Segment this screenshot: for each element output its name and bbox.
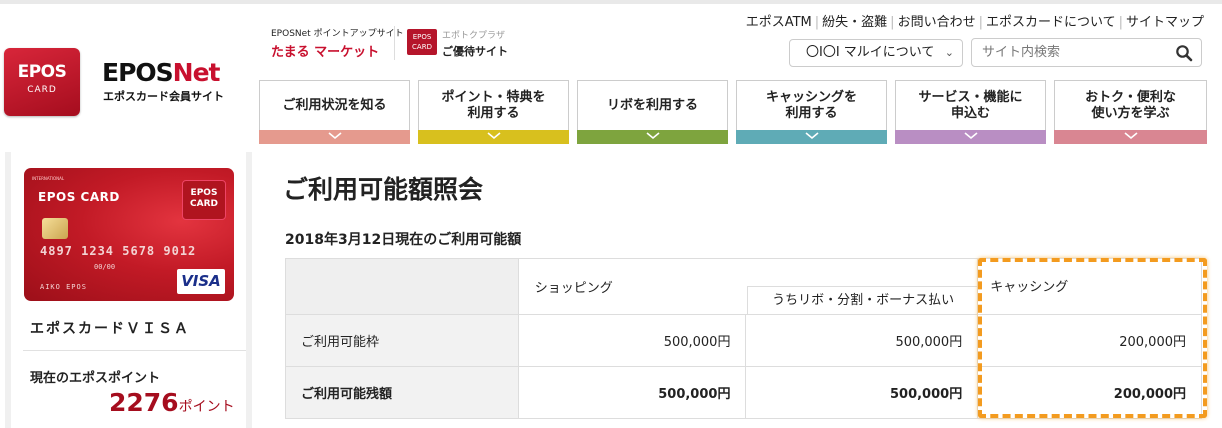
nav-points-benefits[interactable]: ポイント・特典を 利用する	[418, 80, 569, 144]
nav-label: サービス・機能に 申込む	[918, 90, 1023, 121]
nav-label: ご利用状況を知る	[282, 98, 387, 113]
logo-card-text: CARD	[27, 85, 57, 95]
revo-header-label: うちリボ・分割・ボーナス払い	[746, 286, 979, 314]
points-unit: ポイント	[178, 399, 235, 415]
promo2-icon-line1: EPOS	[412, 33, 432, 41]
site-search	[971, 38, 1202, 67]
nav-label: キャッシングを 利用する	[765, 90, 857, 121]
card-logo-line2: CARD	[190, 199, 218, 209]
nav-usage-status[interactable]: ご利用状況を知る	[259, 80, 410, 144]
link-separator: |	[890, 15, 895, 30]
table-row: ご利用可能残額 500,000円 500,000円 200,000円	[285, 366, 1202, 419]
card-brand-text: EPOS CARD	[38, 190, 120, 204]
brand-subtitle: エポスカード会員サイト	[103, 90, 224, 103]
link-separator: |	[978, 15, 983, 30]
table-row: ご利用可能枠 500,000円 500,000円 200,000円	[285, 314, 1202, 367]
chevron-down-icon	[486, 132, 501, 140]
link-separator: |	[1118, 15, 1123, 30]
tamaru-market-name: たまる マーケット	[271, 45, 380, 60]
nav-color-bar	[418, 130, 569, 144]
shopping-available-balance: 500,000円	[517, 366, 747, 419]
link-lost-stolen[interactable]: 紛失・盗難	[822, 15, 887, 30]
sidebar: INTERNATIONAL EPOS CARD EPOS CARD 4897 12…	[5, 152, 252, 428]
brand-net: Net	[172, 58, 221, 87]
row-label-available-balance: ご利用可能残額	[285, 366, 519, 419]
logo-epos-text: EPOS	[17, 62, 67, 82]
search-icon[interactable]	[1175, 44, 1193, 62]
points-value: 2276	[109, 388, 179, 417]
link-sitemap[interactable]: サイトマップ	[1126, 15, 1204, 30]
nav-label: リボを利用する	[606, 98, 698, 113]
chevron-down-icon	[327, 132, 342, 140]
nav-label: ポイント・特典を 利用する	[441, 90, 546, 121]
chevron-down-icon	[804, 132, 819, 140]
section-subtitle: 2018年3月12日現在のご利用可能額	[285, 232, 522, 248]
cashing-available-balance: 200,000円	[977, 366, 1202, 419]
points-label: 現在のエポスポイント	[30, 371, 161, 386]
shopping-header: ショッピング うちリボ・分割・ボーナス払い	[517, 258, 979, 315]
link-separator: |	[814, 15, 820, 30]
tamaru-market-link[interactable]: EPOSNet ポイントアップサイト たまる マーケット	[271, 26, 404, 60]
nav-cashing[interactable]: キャッシングを 利用する	[736, 80, 887, 144]
brand-epos: EPOS	[102, 58, 174, 87]
marui-dropdown[interactable]: 〇I〇I マルイについて ⌄	[789, 39, 963, 67]
chevron-down-icon	[963, 132, 978, 140]
card-epos-logo: EPOS CARD	[182, 180, 226, 220]
points-display: 2276ポイント	[109, 388, 235, 417]
nav-color-bar	[1054, 130, 1207, 144]
cashing-credit-line: 200,000円	[977, 314, 1202, 367]
visa-logo-icon: VISA	[177, 269, 225, 294]
card-international-text: INTERNATIONAL	[32, 176, 65, 181]
card-chip-icon	[42, 218, 68, 239]
revo-available-balance: 500,000円	[745, 366, 979, 419]
available-limit-table: ショッピング うちリボ・分割・ボーナス払い キャッシング ご利用可能枠 500,…	[285, 258, 1202, 419]
link-epos-atm[interactable]: エポスATM	[746, 15, 812, 30]
card-name: エポスカードＶＩＳＡ	[30, 321, 190, 337]
nav-color-bar	[577, 130, 728, 144]
epotoku-plaza-link[interactable]: エポトクプラザ ご優待サイト	[442, 28, 508, 59]
epos-card-mini-icon[interactable]: EPOS CARD	[407, 29, 437, 55]
epotoku-plaza-caption: エポトクプラザ	[442, 31, 506, 41]
card-holder: AIKO EPOS	[40, 283, 87, 291]
marui-dropdown-label: 〇I〇I マルイについて	[806, 45, 935, 60]
credit-card-image: INTERNATIONAL EPOS CARD EPOS CARD 4897 12…	[24, 168, 234, 301]
promo-divider	[394, 26, 395, 60]
nav-revolving[interactable]: リボを利用する	[577, 80, 728, 144]
page-title: ご利用可能額照会	[283, 175, 484, 204]
nav-services-apply[interactable]: サービス・機能に 申込む	[895, 80, 1046, 144]
card-expiry: 00/00	[94, 263, 116, 271]
chevron-down-icon: ⌄	[944, 46, 954, 59]
chevron-down-icon	[645, 132, 660, 140]
sidebar-card-panel: INTERNATIONAL EPOS CARD EPOS CARD 4897 12…	[11, 152, 246, 428]
main-navigation: ご利用状況を知る ポイント・特典を 利用する リボを利用する キャッシングを 利…	[259, 80, 1207, 144]
promo2-icon-line2: CARD	[412, 43, 432, 51]
link-contact[interactable]: お問い合わせ	[898, 15, 976, 30]
card-logo-line1: EPOS	[190, 188, 218, 198]
epos-card-logo[interactable]: EPOS CARD	[4, 48, 80, 116]
table-corner-cell	[285, 258, 519, 315]
revo-credit-line: 500,000円	[745, 314, 979, 367]
sidebar-divider	[23, 350, 246, 351]
top-border	[0, 0, 1222, 4]
nav-color-bar	[895, 130, 1046, 144]
table-header-row: ショッピング うちリボ・分割・ボーナス払い キャッシング	[285, 258, 1202, 315]
shopping-credit-line: 500,000円	[517, 314, 747, 367]
epotoku-plaza-name: ご優待サイト	[442, 45, 508, 58]
cashing-header: キャッシング	[977, 258, 1202, 315]
row-label-credit-line: ご利用可能枠	[285, 314, 519, 367]
eposnet-brand[interactable]: EPOSNet	[102, 58, 221, 87]
nav-tips-usage[interactable]: おトク・便利な 使い方を学ぶ	[1054, 80, 1207, 144]
tamaru-market-caption: EPOSNet ポイントアップサイト	[271, 29, 404, 39]
link-about-epos-card[interactable]: エポスカードについて	[986, 15, 1116, 30]
nav-color-bar	[259, 130, 410, 144]
chevron-down-icon	[1123, 132, 1138, 140]
card-number: 4897 1234 5678 9012	[40, 244, 197, 258]
nav-label: おトク・便利な 使い方を学ぶ	[1085, 90, 1176, 121]
nav-color-bar	[736, 130, 887, 144]
utility-links: エポスATM | 紛失・盗難 | お問い合わせ | エポスカードについて | サイトマップ	[746, 11, 1204, 30]
search-input[interactable]	[982, 39, 1172, 66]
